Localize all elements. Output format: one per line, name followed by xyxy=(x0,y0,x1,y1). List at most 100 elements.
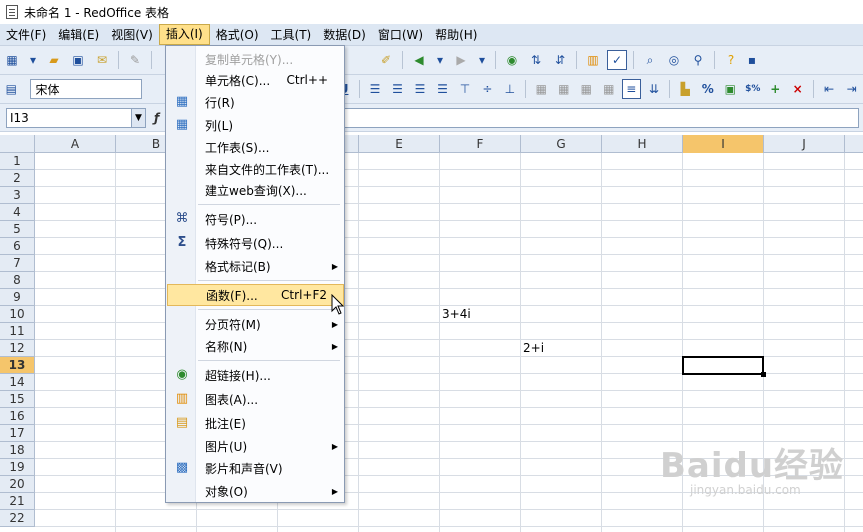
find-replace-icon[interactable]: ⌕ xyxy=(640,50,660,70)
row-header-11[interactable]: 11 xyxy=(0,323,35,340)
row-header-19[interactable]: 19 xyxy=(0,459,35,476)
table-icon[interactable]: ▦ xyxy=(577,79,595,99)
column-header-I[interactable]: I xyxy=(683,135,764,153)
column-header-G[interactable]: G xyxy=(521,135,602,153)
function-wizard-icon[interactable]: ƒ xyxy=(154,111,159,125)
chevron-down-icon[interactable]: ▾ xyxy=(26,50,40,70)
number-format-icon[interactable]: ▣ xyxy=(721,79,739,99)
wrap-text-icon[interactable]: ≡ xyxy=(622,79,641,99)
chevron-down-icon[interactable]: ▼ xyxy=(131,108,145,127)
cell-F10[interactable]: 3+4i xyxy=(440,306,521,323)
save-icon[interactable]: ▣ xyxy=(68,50,88,70)
menu-item-special-symbol[interactable]: Σ 特殊符号(Q)... xyxy=(167,232,344,254)
row-header-2[interactable]: 2 xyxy=(0,170,35,187)
increase-indent-icon[interactable]: ⇥ xyxy=(842,79,860,99)
row-header-16[interactable]: 16 xyxy=(0,408,35,425)
table-icon[interactable]: ▦ xyxy=(600,79,618,99)
menu-edit[interactable]: 编辑(E) xyxy=(52,24,105,46)
column-header-E[interactable]: E xyxy=(359,135,440,153)
row-header-14[interactable]: 14 xyxy=(0,374,35,391)
select-all-corner[interactable] xyxy=(0,135,35,153)
column-header-J[interactable]: J xyxy=(764,135,845,153)
menu-item-movie-sound[interactable]: ▩ 影片和声音(V) xyxy=(167,457,344,479)
menu-item-columns[interactable]: ▦ 列(L) xyxy=(167,114,344,136)
column-header-A[interactable]: A xyxy=(35,135,116,153)
sort-ascending-icon[interactable]: ⇅ xyxy=(526,50,546,70)
align-bottom-icon[interactable]: ⊥ xyxy=(501,79,519,99)
chevron-down-icon[interactable]: ▾ xyxy=(475,50,489,70)
chart-icon[interactable]: ▥ xyxy=(583,50,603,70)
help-icon[interactable]: ? xyxy=(721,50,741,70)
open-folder-icon[interactable]: ▰ xyxy=(44,50,64,70)
row-header-10[interactable]: 10 xyxy=(0,306,35,323)
menu-item-picture[interactable]: 图片(U) ▶ xyxy=(167,435,344,457)
decrease-indent-icon[interactable]: ⇤ xyxy=(820,79,838,99)
menu-item-rows[interactable]: ▦ 行(R) xyxy=(167,91,344,113)
menu-item-cells[interactable]: 单元格(C)... Ctrl++ xyxy=(167,69,344,91)
column-header-F[interactable]: F xyxy=(440,135,521,153)
menu-item-function[interactable]: 函数(F)... Ctrl+F2 xyxy=(167,284,344,306)
menu-item-object[interactable]: 对象(O) ▶ xyxy=(167,480,344,502)
navigator-icon[interactable]: ◎ xyxy=(664,50,684,70)
menu-tools[interactable]: 工具(T) xyxy=(265,24,318,46)
active-cell-cursor[interactable] xyxy=(682,356,766,377)
percent-icon[interactable]: % xyxy=(699,79,717,99)
format-paintbrush-icon[interactable]: ✐ xyxy=(376,50,396,70)
styles-icon[interactable]: ▤ xyxy=(2,79,20,99)
align-top-icon[interactable]: ⊤ xyxy=(456,79,474,99)
menu-item-names[interactable]: 名称(N) ▶ xyxy=(167,335,344,357)
new-document-icon[interactable]: ▦ xyxy=(2,50,22,70)
draw-functions-icon[interactable]: ✓ xyxy=(607,50,627,70)
menu-item-web-query[interactable]: 建立web查询(X)... xyxy=(167,179,344,201)
menu-view[interactable]: 视图(V) xyxy=(105,24,159,46)
menu-data[interactable]: 数据(D) xyxy=(317,24,372,46)
menu-item-hyperlink[interactable]: ◉ 超链接(H)... xyxy=(167,364,344,386)
row-header-1[interactable]: 1 xyxy=(0,153,35,170)
menu-window[interactable]: 窗口(W) xyxy=(372,24,429,46)
menu-item-sheet-from-file[interactable]: 来自文件的工作表(T)... xyxy=(167,158,344,180)
row-header-9[interactable]: 9 xyxy=(0,289,35,306)
currency-icon[interactable]: ▙ xyxy=(676,79,694,99)
align-left-icon[interactable]: ☰ xyxy=(366,79,384,99)
delete-decimal-icon[interactable]: × xyxy=(788,79,806,99)
align-right-icon[interactable]: ☰ xyxy=(411,79,429,99)
name-box[interactable]: I13 ▼ xyxy=(6,107,146,128)
align-justify-icon[interactable]: ☰ xyxy=(433,79,451,99)
chevron-down-icon[interactable]: ▾ xyxy=(433,50,447,70)
row-header-12[interactable]: 12 xyxy=(0,340,35,357)
row-header-13[interactable]: 13 xyxy=(0,357,35,374)
email-icon[interactable]: ✉ xyxy=(92,50,112,70)
row-header-22[interactable]: 22 xyxy=(0,510,35,527)
row-header-8[interactable]: 8 xyxy=(0,272,35,289)
menu-item-comment[interactable]: ▤ 批注(E) xyxy=(167,412,344,434)
row-header-20[interactable]: 20 xyxy=(0,476,35,493)
row-header-5[interactable]: 5 xyxy=(0,221,35,238)
menu-format[interactable]: 格式(O) xyxy=(210,24,265,46)
column-header-H[interactable]: H xyxy=(602,135,683,153)
menu-item-sheet[interactable]: 工作表(S)... xyxy=(167,136,344,158)
font-name-box[interactable]: 宋体 xyxy=(30,79,142,99)
row-header-7[interactable]: 7 xyxy=(0,255,35,272)
sort-descending-icon[interactable]: ⇵ xyxy=(550,50,570,70)
menu-item-symbol[interactable]: ⌘ 符号(P)... xyxy=(167,208,344,230)
row-header-17[interactable]: 17 xyxy=(0,425,35,442)
redo-icon[interactable]: ▶ xyxy=(451,50,471,70)
hyperlink-icon[interactable]: ◉ xyxy=(502,50,522,70)
undo-icon[interactable]: ◀ xyxy=(409,50,429,70)
text-direction-icon[interactable]: ⇊ xyxy=(645,79,663,99)
merge-cells-icon[interactable]: ▦ xyxy=(532,79,550,99)
add-decimal-icon[interactable]: + xyxy=(766,79,784,99)
table-icon[interactable]: ▦ xyxy=(555,79,573,99)
menu-item-formatting-mark[interactable]: 格式标记(B) ▶ xyxy=(167,255,344,277)
row-header-4[interactable]: 4 xyxy=(0,204,35,221)
row-header-18[interactable]: 18 xyxy=(0,442,35,459)
menu-help[interactable]: 帮助(H) xyxy=(429,24,483,46)
cell-G12[interactable]: 2+i xyxy=(521,340,602,357)
row-header-21[interactable]: 21 xyxy=(0,493,35,510)
menu-item-chart[interactable]: ▥ 图表(A)... xyxy=(167,388,344,410)
row-header-15[interactable]: 15 xyxy=(0,391,35,408)
menu-insert[interactable]: 插入(I) xyxy=(158,24,210,45)
toolbar-options-icon[interactable]: ▪ xyxy=(745,50,759,70)
edit-file-icon[interactable]: ✎ xyxy=(125,50,145,70)
align-middle-icon[interactable]: ÷ xyxy=(478,79,496,99)
